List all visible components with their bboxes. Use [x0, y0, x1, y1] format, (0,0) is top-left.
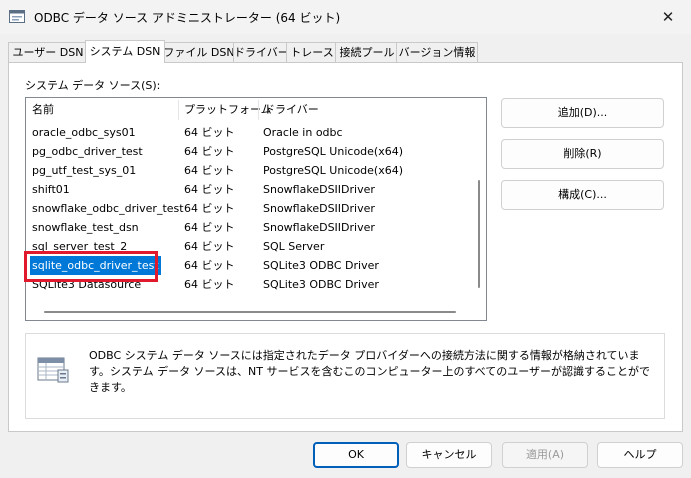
- window-title: ODBC データ ソース アドミニストレーター (64 ビット): [34, 11, 341, 25]
- tab-system-dsn[interactable]: システム DSN: [85, 40, 165, 63]
- vertical-scrollbar[interactable]: [475, 100, 485, 300]
- dsn-platform: 64 ビット: [184, 221, 235, 234]
- horizontal-scrollbar[interactable]: [28, 303, 472, 317]
- close-icon: ✕: [661, 8, 675, 26]
- dsn-platform: 64 ビット: [184, 278, 235, 291]
- dsn-name: shift01: [32, 183, 70, 196]
- dsn-driver: SnowflakeDSIIDriver: [263, 183, 375, 196]
- dsn-platform: 64 ビット: [184, 240, 235, 253]
- tab-file-dsn[interactable]: ファイル DSN: [162, 42, 236, 62]
- cancel-button[interactable]: キャンセル: [406, 442, 492, 468]
- dsn-driver: Oracle in odbc: [263, 126, 343, 139]
- info-description: ODBC システム データ ソースには指定されたデータ プロバイダーへの接続方法…: [89, 349, 651, 394]
- data-source-list[interactable]: 名前 プラットフォーム ドライバー oracle_odbc_sys01 64 ビ…: [25, 97, 487, 321]
- apply-button[interactable]: 適用(A): [502, 442, 588, 468]
- column-header-name[interactable]: 名前: [26, 100, 178, 120]
- column-header-driver[interactable]: ドライバー: [258, 100, 468, 120]
- selection-highlight-annotation: [24, 251, 158, 282]
- ok-button[interactable]: OK: [313, 442, 399, 468]
- list-item[interactable]: snowflake_test_dsn 64 ビット SnowflakeDSIID…: [26, 218, 472, 237]
- dsn-driver: SnowflakeDSIIDriver: [263, 221, 375, 234]
- close-button[interactable]: ✕: [645, 0, 691, 34]
- remove-button[interactable]: 削除(R): [501, 139, 664, 169]
- info-panel: ODBC システム データ ソースには指定されたデータ プロバイダーへの接続方法…: [25, 333, 665, 419]
- list-item[interactable]: snowflake_odbc_driver_test 64 ビット Snowfl…: [26, 199, 472, 218]
- tab-user-dsn[interactable]: ユーザー DSN: [8, 42, 88, 62]
- vertical-scroll-thumb[interactable]: [478, 180, 480, 288]
- tab-tracing[interactable]: トレース: [286, 42, 338, 62]
- list-item[interactable]: oracle_odbc_sys01 64 ビット Oracle in odbc: [26, 123, 472, 142]
- dsn-platform: 64 ビット: [184, 145, 235, 158]
- add-button[interactable]: 追加(D)...: [501, 98, 664, 128]
- dsn-name: pg_odbc_driver_test: [32, 145, 143, 158]
- dsn-platform: 64 ビット: [184, 126, 235, 139]
- list-item[interactable]: pg_utf_test_sys_01 64 ビット PostgreSQL Uni…: [26, 161, 472, 180]
- dsn-name: pg_utf_test_sys_01: [32, 164, 137, 177]
- dsn-driver: PostgreSQL Unicode(x64): [263, 145, 404, 158]
- horizontal-scroll-thumb[interactable]: [44, 311, 456, 313]
- tab-about[interactable]: バージョン情報: [396, 42, 478, 62]
- system-data-sources-label: システム データ ソース(S):: [25, 79, 161, 92]
- dsn-name: snowflake_test_dsn: [32, 221, 139, 234]
- dsn-driver: PostgreSQL Unicode(x64): [263, 164, 404, 177]
- list-item[interactable]: pg_odbc_driver_test 64 ビット PostgreSQL Un…: [26, 142, 472, 161]
- dsn-platform: 64 ビット: [184, 164, 235, 177]
- help-button[interactable]: ヘルプ: [597, 442, 683, 468]
- data-source-table-icon: [37, 357, 69, 383]
- dsn-name: oracle_odbc_sys01: [32, 126, 136, 139]
- dsn-driver: SQLite3 ODBC Driver: [263, 259, 379, 272]
- column-header-platform[interactable]: プラットフォーム: [178, 100, 272, 120]
- title-bar: ODBC データ ソース アドミニストレーター (64 ビット) ✕: [0, 0, 691, 34]
- dsn-name: snowflake_odbc_driver_test: [32, 202, 184, 215]
- dsn-driver: SQL Server: [263, 240, 325, 253]
- dsn-platform: 64 ビット: [184, 202, 235, 215]
- list-item[interactable]: shift01 64 ビット SnowflakeDSIIDriver: [26, 180, 472, 199]
- tab-strip: ユーザー DSN システム DSN ファイル DSN ドライバー トレース 接続…: [8, 40, 683, 63]
- tab-connection-pooling[interactable]: 接続プール: [335, 42, 399, 62]
- dsn-driver: SnowflakeDSIIDriver: [263, 202, 375, 215]
- dsn-platform: 64 ビット: [184, 183, 235, 196]
- dsn-driver: SQLite3 ODBC Driver: [263, 278, 379, 291]
- tab-drivers[interactable]: ドライバー: [233, 42, 289, 62]
- configure-button[interactable]: 構成(C)...: [501, 180, 664, 210]
- odbc-app-icon: [9, 10, 25, 23]
- dsn-platform: 64 ビット: [184, 259, 235, 272]
